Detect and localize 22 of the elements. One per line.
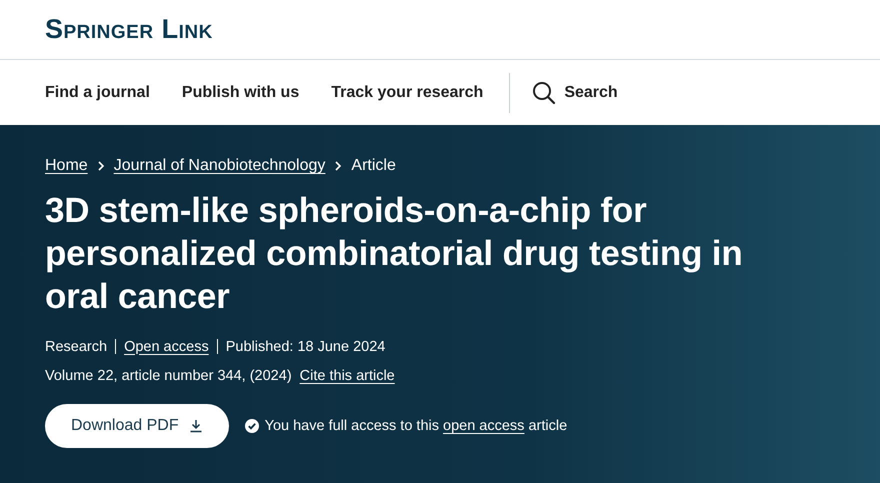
nav-link[interactable]: Track your research — [331, 84, 484, 102]
access-text: You have full access to this open access article — [264, 418, 568, 434]
meta-text: Published: 18 June 2024 — [226, 338, 386, 354]
cite-link[interactable]: Cite this article — [300, 368, 395, 384]
breadcrumb-link[interactable]: Home — [45, 157, 88, 175]
open-access-link[interactable]: open access — [443, 418, 524, 434]
article-title: 3D stem-like spheroids-on-a-chip for personalized combinatorial drug testing in oral cancer — [45, 190, 744, 318]
chevron-icon — [96, 160, 105, 172]
search-icon — [532, 80, 556, 104]
search-link[interactable]: Search — [532, 80, 618, 104]
citation-text: Volume 22, article number 344, (2024) — [45, 368, 292, 384]
check-icon — [244, 419, 259, 433]
download-icon — [188, 419, 203, 433]
nav-link[interactable]: Find a journal — [45, 84, 150, 102]
meta-link[interactable]: Open access — [124, 338, 209, 354]
download-button[interactable]: Download PDF — [45, 404, 229, 448]
nav-link[interactable]: Publish with us — [182, 84, 300, 102]
site-logo[interactable]: Springer Link — [45, 14, 213, 45]
chevron-icon — [334, 160, 342, 172]
meta-text: Research — [45, 338, 108, 354]
breadcrumb-current: Article — [351, 157, 396, 175]
breadcrumb-link[interactable]: Journal of Nanobiotechnology — [114, 157, 326, 175]
